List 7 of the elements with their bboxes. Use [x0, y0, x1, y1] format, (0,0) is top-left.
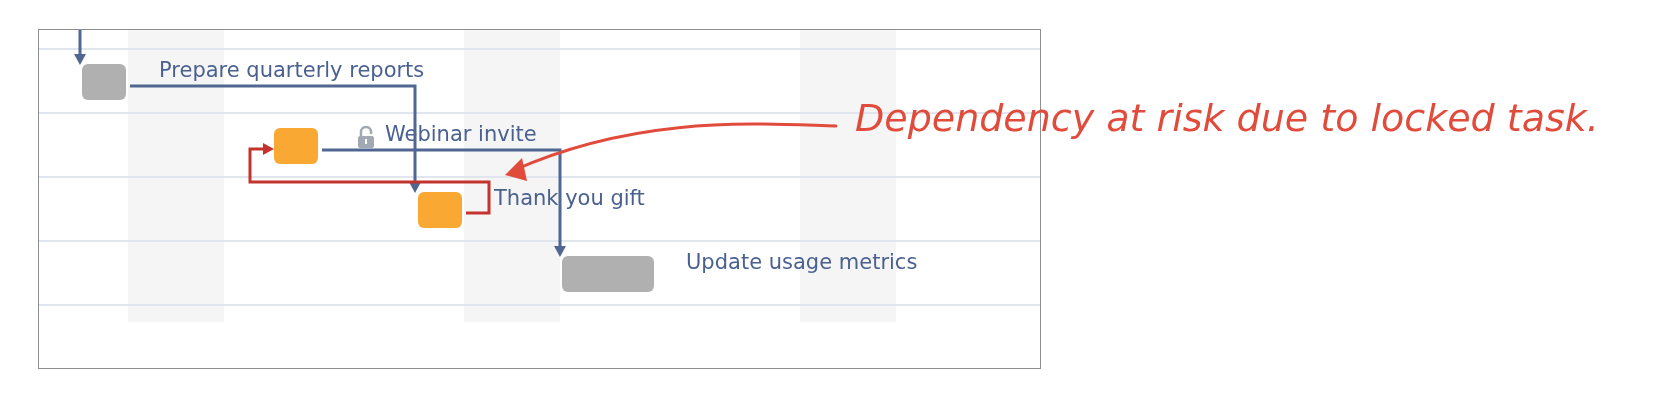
- task-label: Prepare quarterly reports: [159, 57, 425, 84]
- task-label: Update usage metrics: [686, 249, 918, 276]
- task-bar[interactable]: [418, 192, 462, 228]
- task-label: Thank you gift: [494, 185, 645, 212]
- task-bar[interactable]: [562, 256, 654, 292]
- task-bar[interactable]: [274, 128, 318, 164]
- task-bar[interactable]: [82, 64, 126, 100]
